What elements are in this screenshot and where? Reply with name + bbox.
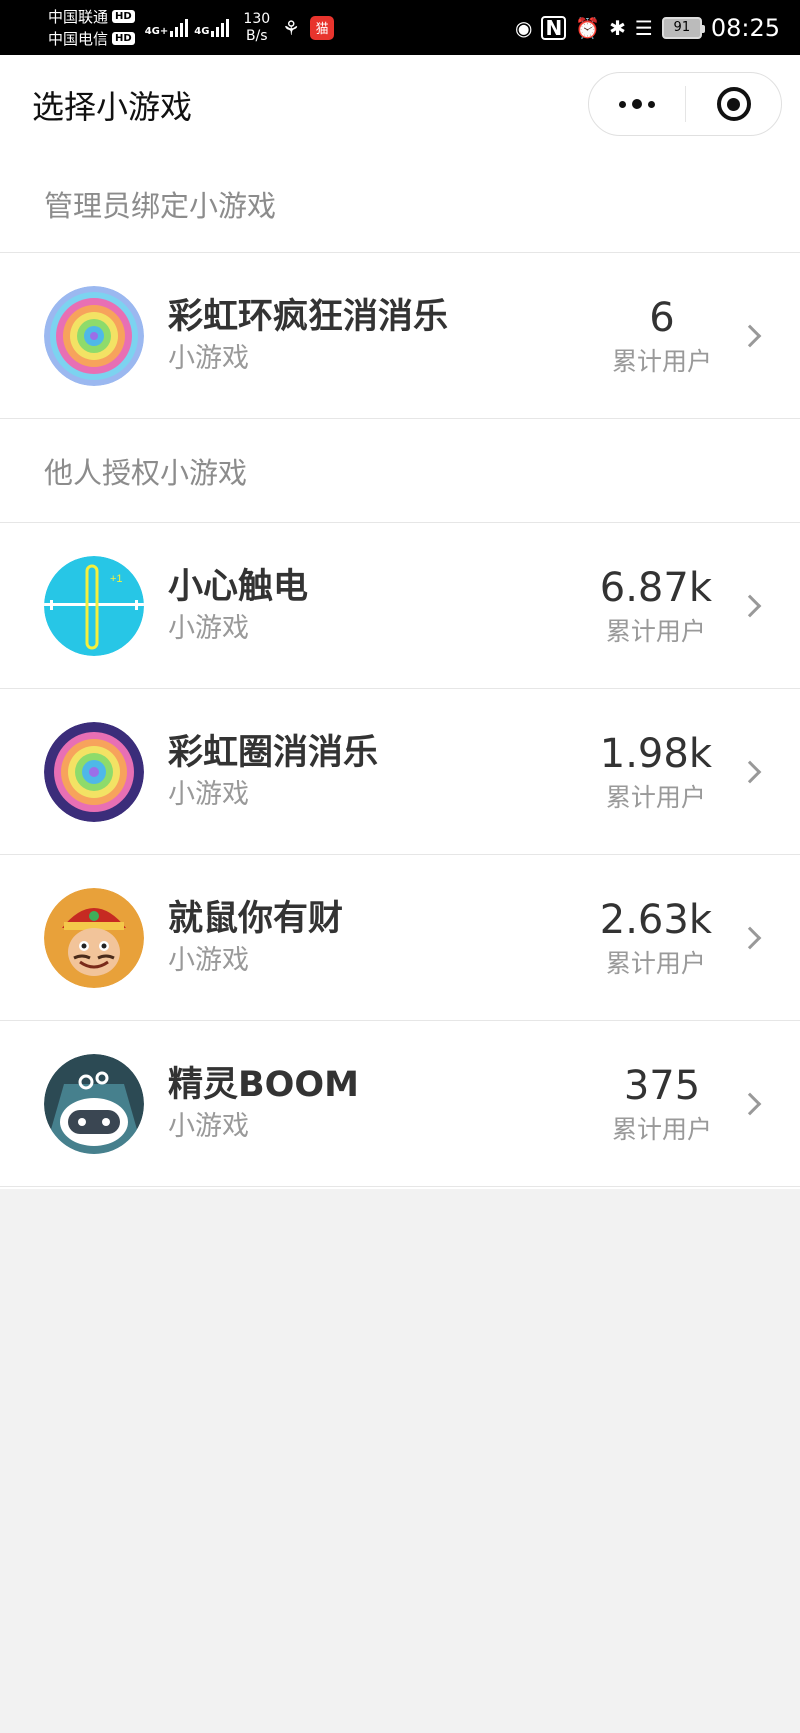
user-stats: 6.87k 累计用户 bbox=[600, 562, 712, 650]
alarm-icon: ⏰ bbox=[575, 15, 601, 40]
chevron-right-icon bbox=[738, 926, 762, 949]
game-info: 就鼠你有财 小游戏 bbox=[168, 896, 343, 980]
notification-icons: ⚘ 猫 bbox=[282, 15, 335, 40]
game-type: 小游戏 bbox=[168, 612, 249, 644]
nav-bar: 选择小游戏 bbox=[0, 55, 800, 155]
network-type-label: 4G bbox=[194, 26, 210, 37]
more-icon-dot bbox=[632, 99, 642, 109]
game-type: 小游戏 bbox=[168, 944, 249, 976]
nfc-icon: N bbox=[541, 15, 567, 40]
game-row[interactable]: +1 小心触电 小游戏 6.87k 累计用户 bbox=[0, 523, 800, 689]
signal-icon: 4G bbox=[194, 18, 230, 37]
game-name: 就鼠你有财 bbox=[168, 898, 344, 939]
game-row[interactable]: 就鼠你有财 小游戏 2.63k 累计用户 bbox=[0, 855, 800, 1021]
game-info: 彩虹环疯狂消消乐 小游戏 bbox=[168, 294, 448, 378]
hd-badge: HD bbox=[112, 10, 135, 23]
close-button[interactable] bbox=[686, 73, 781, 135]
user-count-label: 累计用户 bbox=[611, 1114, 712, 1144]
section-header-admin: 管理员绑定小游戏 bbox=[0, 155, 800, 253]
user-stats: 375 累计用户 bbox=[612, 1060, 712, 1148]
game-name: 精灵BOOM bbox=[168, 1064, 360, 1105]
bluetooth-icon: ✱ bbox=[609, 15, 626, 40]
status-bar: 中国联通 HD 中国电信 HD 4G+ 4G 130 B/s ⚘ 猫 ◉ N ⏰… bbox=[0, 0, 800, 55]
game-type: 小游戏 bbox=[168, 778, 249, 810]
network-speed: 130 B/s bbox=[243, 11, 270, 45]
user-count-label: 累计用户 bbox=[605, 948, 706, 978]
mini-program-capsule bbox=[588, 72, 782, 136]
svg-text:+1: +1 bbox=[110, 573, 123, 585]
game-type: 小游戏 bbox=[168, 1110, 249, 1142]
chevron-right-icon bbox=[738, 324, 762, 347]
network-type-label: 4G+ bbox=[144, 26, 169, 37]
carrier-info: 中国联通 HD 中国电信 HD bbox=[48, 6, 135, 50]
user-stats: 6 累计用户 bbox=[612, 292, 712, 380]
user-stats: 2.63k 累计用户 bbox=[600, 894, 712, 982]
signal-icons: 4G+ 4G bbox=[145, 18, 230, 37]
game-name: 小心触电 bbox=[168, 566, 309, 607]
page-title: 选择小游戏 bbox=[32, 88, 193, 126]
section-header-authorized: 他人授权小游戏 bbox=[0, 419, 800, 523]
rainbow-ring-icon bbox=[44, 285, 144, 386]
chevron-right-icon bbox=[738, 1092, 762, 1115]
user-stats: 1.98k 累计用户 bbox=[600, 728, 712, 816]
speed-unit: B/s bbox=[245, 27, 268, 44]
user-count-label: 累计用户 bbox=[605, 782, 706, 812]
user-count: 6.87k bbox=[599, 564, 712, 611]
game-info: 精灵BOOM 小游戏 bbox=[168, 1062, 359, 1146]
game-info: 小心触电 小游戏 bbox=[168, 564, 308, 648]
carrier-2-label: 中国电信 bbox=[48, 29, 109, 48]
user-count: 2.63k bbox=[599, 896, 712, 943]
more-button[interactable] bbox=[589, 73, 685, 135]
chevron-right-icon bbox=[738, 760, 762, 783]
more-icon bbox=[619, 100, 626, 108]
user-count: 375 bbox=[623, 1062, 701, 1109]
user-count: 1.98k bbox=[599, 730, 712, 777]
game-row[interactable]: 彩虹圈消消乐 小游戏 1.98k 累计用户 bbox=[0, 689, 800, 855]
signal-icon: 4G+ bbox=[145, 18, 189, 37]
game-row[interactable]: 精灵BOOM 小游戏 375 累计用户 bbox=[0, 1021, 800, 1187]
hd-badge: HD bbox=[112, 32, 135, 45]
electric-wire-icon: +1 bbox=[44, 555, 144, 656]
close-target-icon bbox=[716, 87, 751, 121]
eye-icon: ◉ bbox=[515, 15, 533, 40]
rainbow-circle-icon bbox=[44, 721, 144, 822]
battery-icon: 91 bbox=[661, 16, 705, 39]
weibo-icon: ⚘ bbox=[282, 15, 301, 40]
carrier-1-label: 中国联通 bbox=[48, 7, 109, 26]
user-count-label: 累计用户 bbox=[611, 346, 712, 376]
robot-sprite-icon bbox=[44, 1053, 144, 1154]
fortune-god-icon bbox=[44, 887, 144, 988]
game-type: 小游戏 bbox=[168, 342, 249, 374]
user-count-label: 累计用户 bbox=[605, 616, 706, 646]
game-list: 管理员绑定小游戏 彩虹环疯狂消消乐 小游戏 6 累计用户 他人授权小游戏 +1 … bbox=[0, 155, 800, 1189]
chevron-right-icon bbox=[738, 594, 762, 617]
clock: 08:25 bbox=[710, 13, 780, 42]
speed-value: 130 bbox=[243, 10, 271, 27]
user-count: 6 bbox=[649, 294, 675, 341]
game-name: 彩虹环疯狂消消乐 bbox=[168, 296, 449, 337]
game-info: 彩虹圈消消乐 小游戏 bbox=[168, 730, 378, 814]
more-icon-dot bbox=[648, 100, 655, 108]
vibrate-icon: ☰ bbox=[634, 15, 653, 40]
system-icons: ◉ N ⏰ ✱ ☰ 91 08:25 bbox=[515, 14, 780, 42]
game-row[interactable]: 彩虹环疯狂消消乐 小游戏 6 累计用户 bbox=[0, 253, 800, 419]
tmall-icon: 猫 bbox=[310, 15, 335, 40]
game-name: 彩虹圈消消乐 bbox=[168, 732, 379, 773]
